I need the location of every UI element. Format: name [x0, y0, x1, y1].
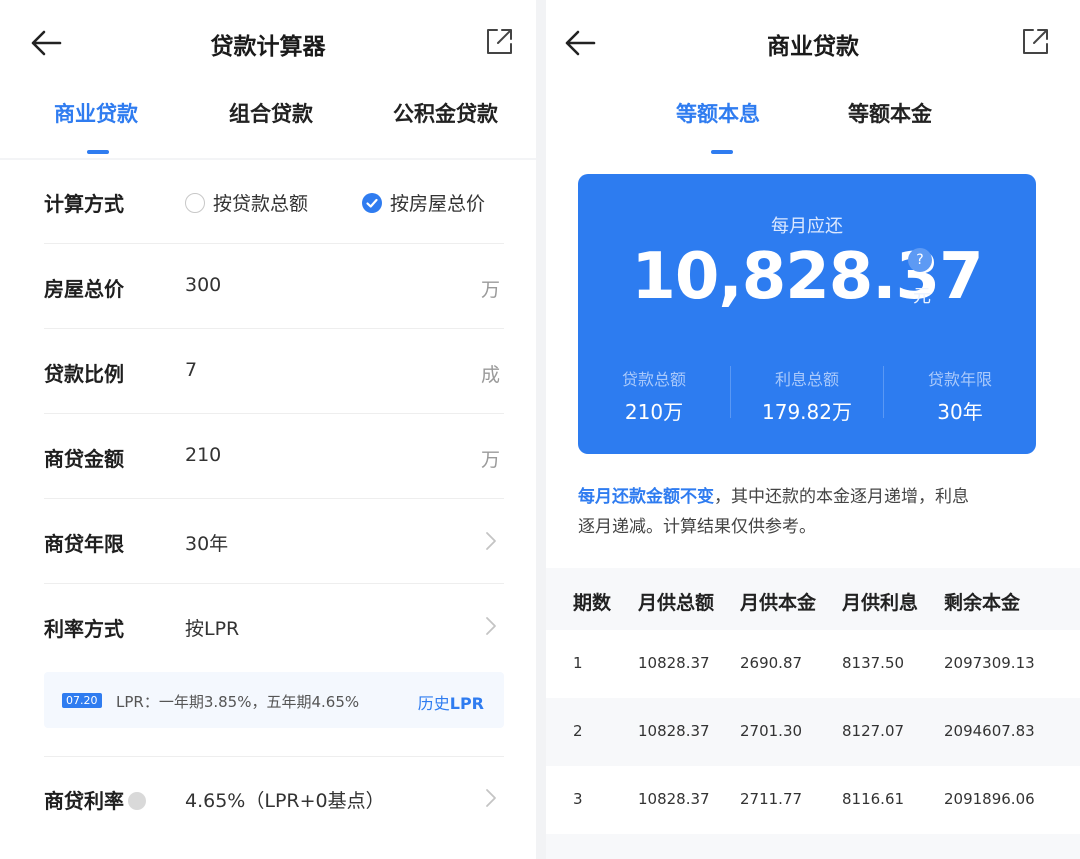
cell-monthly-principal: 2701.30 — [740, 722, 803, 740]
calc-method-label: 计算方式 — [44, 192, 124, 216]
loan-ratio-row[interactable]: 贷款比例 7 成 — [44, 330, 504, 414]
col-remaining-principal: 剩余本金 — [944, 592, 1021, 614]
table-row: 2 10828.37 2701.30 8127.07 2094607.83 — [546, 698, 1080, 766]
stat-label: 利息总额 — [774, 370, 839, 389]
note-text: ，其中还款的本金逐月递增，利息 — [714, 487, 969, 507]
loan-ratio-input[interactable]: 7 — [185, 359, 197, 381]
cell-monthly-total: 10828.37 — [638, 654, 710, 672]
radio-unchecked-icon — [185, 192, 205, 213]
loan-term-value: 30年 — [185, 533, 229, 555]
note-text: 逐月递减。计算结果仅供参考。 — [578, 517, 816, 537]
cell-remaining-principal: 2097309.13 — [944, 654, 1035, 672]
stat-value: 30年 — [937, 400, 983, 424]
monthly-payment-card: 每月应还 10,828.37 ? 元 贷款总额 210万 利息总额 179.82… — [578, 174, 1036, 454]
tab-provident-fund-loan[interactable]: 公积金贷款 — [393, 98, 498, 128]
rate-method-value: 按LPR — [185, 618, 240, 640]
stat-label: 贷款年限 — [927, 370, 992, 389]
active-tab-indicator — [711, 150, 733, 154]
loan-type-tabs: 商业贷款 组合贷款 公积金贷款 — [0, 86, 536, 158]
commercial-amount-row[interactable]: 商贷金额 210 万 — [44, 415, 504, 499]
table-row: 1 10828.37 2690.87 8137.50 2097309.13 — [546, 630, 1080, 698]
stat-loan-total: 贷款总额 210万 — [578, 366, 730, 425]
nav-bar: 贷款计算器 — [0, 0, 536, 86]
stat-value: 179.82万 — [762, 400, 852, 424]
rate-method-row[interactable]: 利率方式 按LPR — [44, 585, 504, 669]
commercial-rate-label: 商贷利率 — [44, 785, 146, 814]
table-row — [546, 834, 1080, 859]
cell-remaining-principal: 2091896.06 — [944, 790, 1035, 808]
tab-commercial-loan[interactable]: 商业贷款 — [54, 98, 138, 128]
tab-equal-installment[interactable]: 等额本息 — [676, 98, 760, 128]
house-price-label: 房屋总价 — [44, 277, 124, 301]
col-monthly-total: 月供总额 — [638, 592, 715, 614]
cell-period: 1 — [573, 654, 583, 672]
loan-term-row[interactable]: 商贷年限 30年 — [44, 500, 504, 584]
schedule-table-header: 期数 月供总额 月供本金 月供利息 剩余本金 — [546, 568, 1080, 630]
commercial-loan-result-screen: 商业贷款 等额本息 等额本金 每月应还 10,828.37 ? 元 贷款总额 2… — [546, 0, 1080, 859]
lpr-date-badge: 07.20 — [62, 693, 102, 708]
chevron-right-icon — [486, 532, 496, 550]
radio-by-house-price[interactable]: 按房屋总价 — [362, 189, 485, 216]
cell-monthly-total: 10828.37 — [638, 722, 710, 740]
cell-monthly-total: 10828.37 — [638, 790, 710, 808]
radio-label: 按房屋总价 — [390, 193, 486, 215]
lpr-info-bar: 07.20 LPR：一年期3.85%，五年期4.65% 历史LPR — [44, 672, 504, 728]
cell-period: 2 — [573, 722, 583, 740]
col-monthly-principal: 月供本金 — [740, 592, 817, 614]
page-title: 贷款计算器 — [210, 34, 326, 60]
house-price-row[interactable]: 房屋总价 300 万 — [44, 245, 504, 329]
commercial-rate-value: 4.65%（LPR+0基点） — [185, 790, 385, 812]
monthly-payment-amount: 10,828.37 — [631, 240, 983, 314]
monthly-payment-label: 每月应还 — [771, 216, 843, 237]
cell-monthly-interest: 8116.61 — [842, 790, 905, 808]
stat-interest-total: 利息总额 179.82万 — [731, 366, 883, 425]
stat-loan-term: 贷款年限 30年 — [884, 366, 1036, 425]
col-monthly-interest: 月供利息 — [842, 592, 919, 614]
radio-by-loan-total[interactable]: 按贷款总额 — [185, 189, 308, 216]
active-tab-indicator — [87, 150, 109, 154]
cell-monthly-principal: 2711.77 — [740, 790, 803, 808]
rate-method-label: 利率方式 — [44, 617, 124, 641]
cell-monthly-principal: 2690.87 — [740, 654, 803, 672]
radio-label: 按贷款总额 — [213, 193, 309, 215]
cell-remaining-principal: 2094607.83 — [944, 722, 1035, 740]
house-price-unit: 万 — [480, 279, 500, 301]
screen-separator — [536, 0, 546, 859]
share-icon[interactable] — [484, 27, 514, 57]
loan-calculator-screen: 贷款计算器 商业贷款 组合贷款 公积金贷款 计算方式 按贷款总额 按房屋总价 房… — [0, 0, 536, 859]
calc-method-row: 计算方式 按贷款总额 按房屋总价 — [44, 160, 504, 244]
lpr-history-link[interactable]: 历史LPR — [418, 690, 484, 714]
share-icon[interactable] — [1020, 27, 1050, 57]
commercial-amount-unit: 万 — [480, 449, 500, 471]
col-period: 期数 — [573, 592, 612, 614]
tab-combined-loan[interactable]: 组合贷款 — [229, 98, 313, 128]
commercial-rate-row[interactable]: 商贷利率 4.65%（LPR+0基点） — [44, 756, 504, 840]
info-icon[interactable] — [128, 792, 146, 810]
loan-ratio-label: 贷款比例 — [44, 362, 124, 386]
table-row: 3 10828.37 2711.77 8116.61 2091896.06 — [546, 766, 1080, 834]
page-title: 商业贷款 — [767, 34, 859, 60]
loan-term-label: 商贷年限 — [44, 532, 124, 556]
lpr-rates-text: LPR：一年期3.85%，五年期4.65% — [116, 693, 360, 711]
repayment-type-tabs: 等额本息 等额本金 — [546, 86, 1080, 158]
cell-monthly-interest: 8127.07 — [842, 722, 905, 740]
chevron-right-icon — [486, 617, 496, 635]
repayment-note: 每月还款金额不变，其中还款的本金逐月递增，利息 逐月递减。计算结果仅供参考。 — [578, 482, 1038, 542]
currency-unit: 元 — [913, 286, 931, 307]
house-price-input[interactable]: 300 — [185, 274, 221, 296]
commercial-amount-label: 商贷金额 — [44, 447, 124, 471]
chevron-right-icon — [486, 789, 496, 807]
cell-period: 3 — [573, 790, 583, 808]
stat-label: 贷款总额 — [621, 370, 686, 389]
loan-ratio-unit: 成 — [480, 364, 500, 386]
radio-check-icon — [362, 192, 382, 213]
cell-monthly-interest: 8137.50 — [842, 654, 905, 672]
commercial-amount-input[interactable]: 210 — [185, 444, 221, 466]
stat-value: 210万 — [624, 400, 684, 424]
nav-bar: 商业贷款 — [546, 0, 1080, 86]
tab-equal-principal[interactable]: 等额本金 — [848, 98, 932, 128]
note-highlight: 每月还款金额不变 — [578, 487, 714, 507]
help-icon[interactable]: ? — [908, 248, 932, 272]
